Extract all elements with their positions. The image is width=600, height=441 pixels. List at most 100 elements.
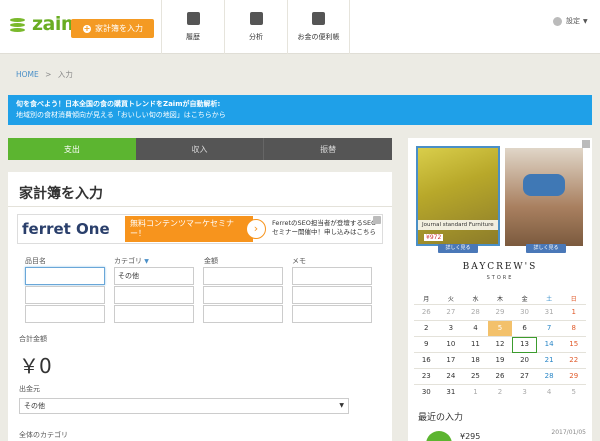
weekday: 月 — [423, 296, 430, 303]
ad-choices-icon[interactable] — [373, 216, 381, 224]
recent-amount[interactable]: ¥295 — [460, 432, 480, 441]
ad-item-label: Journal standard Furniture — [418, 220, 498, 230]
calendar-day[interactable]: 27 — [512, 369, 537, 385]
calendar-day[interactable]: 8 — [561, 321, 586, 337]
calendar-day[interactable]: 11 — [463, 337, 488, 353]
ad-detail-button[interactable]: 詳しく見る — [438, 244, 478, 253]
amount-field[interactable] — [203, 305, 283, 323]
category-select[interactable] — [114, 286, 194, 304]
ad-brand: ferret One — [22, 220, 110, 238]
nav-history[interactable]: 履歴 — [161, 0, 224, 54]
calendar-day[interactable]: 29 — [487, 305, 513, 321]
zaim-logo[interactable]: zaim — [8, 12, 81, 36]
item-name-field[interactable] — [25, 305, 105, 323]
entry-form: 家計簿を入力 ferret One 無料コンテンツマーケセミナー！ › Ferr… — [8, 172, 392, 441]
category-select[interactable] — [114, 305, 194, 323]
calendar-day[interactable]: 19 — [487, 353, 513, 369]
calendar-day[interactable]: 2 — [414, 321, 439, 337]
calendar-day[interactable]: 26 — [414, 305, 439, 321]
caret-down-icon: ▼ — [339, 402, 344, 409]
calendar-day[interactable]: 27 — [438, 305, 464, 321]
amount-field[interactable] — [203, 267, 283, 285]
calendar-day[interactable]: 1 — [561, 305, 586, 321]
input-household-button[interactable]: + 家計簿を入力 — [71, 19, 154, 38]
settings-menu[interactable]: 設定 ▼ — [553, 16, 588, 26]
calendar-day[interactable]: 2 — [487, 385, 513, 401]
calendar-day[interactable]: 18 — [463, 353, 488, 369]
ad-product-photo[interactable]: Journal standard Furniture ¥972 — [416, 146, 500, 246]
source-select[interactable]: その他 ▼ — [19, 398, 349, 414]
ad-banner[interactable]: ferret One 無料コンテンツマーケセミナー！ › FerretのSEO担… — [17, 214, 383, 244]
calendar-day[interactable]: 4 — [536, 385, 562, 401]
ad-product-photo[interactable] — [505, 148, 583, 246]
item-name-field[interactable] — [25, 286, 105, 304]
side-ad[interactable]: Journal standard Furniture ¥972 詳しく見る 詳し… — [408, 138, 592, 288]
tab-expense[interactable]: 支出 — [8, 138, 136, 160]
weekday: 日 — [570, 296, 577, 303]
calendar-day[interactable]: 22 — [561, 353, 586, 369]
overall-category-label: 全体のカテゴリ — [19, 431, 68, 439]
info-banner[interactable]: 旬を食べよう！日本全国の食の購買トレンドをZaimが自動解析: 地域別の食材消費… — [8, 95, 592, 125]
ad-choices-icon[interactable] — [582, 140, 590, 148]
calendar-day[interactable]: 26 — [487, 369, 513, 385]
nav-analysis[interactable]: 分析 — [224, 0, 287, 54]
total-value: ￥0 — [19, 354, 52, 378]
calendar-day[interactable]: 31 — [438, 385, 464, 401]
calendar-day[interactable]: 7 — [536, 321, 562, 337]
nav-money-guide[interactable]: お金の便利帳 — [287, 0, 350, 54]
calendar-day[interactable]: 28 — [536, 369, 562, 385]
recent-entries: 最近の入力 ¥295 2017/01/05 — [408, 400, 592, 441]
page-title: 家計簿を入力 — [19, 186, 103, 202]
plus-icon: + — [83, 23, 91, 33]
calendar-day[interactable]: 24 — [438, 369, 464, 385]
calendar-day[interactable]: 6 — [512, 321, 537, 337]
col-category: カテゴリ ▼ — [114, 256, 149, 266]
calendar-day[interactable]: 14 — [536, 337, 562, 353]
calendar-day[interactable]: 28 — [463, 305, 488, 321]
calendar-day[interactable]: 10 — [438, 337, 464, 353]
calendar-day[interactable]: 21 — [536, 353, 562, 369]
calendar-day[interactable]: 23 — [414, 369, 439, 385]
calendar-day[interactable]: 12 — [487, 337, 513, 353]
category-select[interactable]: その他 — [114, 267, 194, 285]
calendar-day[interactable]: 4 — [463, 321, 488, 337]
entry-type-tabs: 支出 収入 振替 — [8, 138, 393, 160]
calendar-day[interactable]: 17 — [438, 353, 464, 369]
tab-transfer[interactable]: 振替 — [263, 138, 393, 160]
breadcrumb-current: 入力 — [57, 70, 73, 79]
calendar-day[interactable]: 13 — [512, 337, 537, 353]
ad-brand-name: BAYCREW'S — [462, 262, 538, 272]
calendar-day[interactable]: 3 — [438, 321, 464, 337]
calendar-day[interactable]: 9 — [414, 337, 439, 353]
item-name-field[interactable] — [25, 267, 105, 285]
category-icon — [426, 431, 452, 441]
calendar-day[interactable]: 20 — [512, 353, 537, 369]
input-button-label: 家計簿を入力 — [95, 24, 143, 33]
calendar-day[interactable]: 16 — [414, 353, 439, 369]
weekday: 土 — [546, 296, 553, 303]
col-amount: 金額 — [204, 257, 218, 265]
calendar-day[interactable]: 30 — [414, 385, 439, 401]
memo-field[interactable] — [292, 286, 372, 304]
memo-field[interactable] — [292, 267, 372, 285]
ad-detail-button[interactable]: 詳しく見る — [526, 244, 566, 253]
ad-headline: 無料コンテンツマーケセミナー！ — [125, 216, 253, 242]
calendar-day[interactable]: 3 — [512, 385, 537, 401]
memo-field[interactable] — [292, 305, 372, 323]
calendar-day[interactable]: 5 — [487, 321, 513, 337]
amount-field[interactable] — [203, 286, 283, 304]
calendar: 月 火 水 木 金 土 日 26 27 28 29 30 31 1 2 3 4 5 6 7 8 9 10 11 1… — [408, 288, 592, 401]
avatar — [553, 16, 562, 26]
calendar-day[interactable]: 29 — [561, 369, 586, 385]
calendar-day[interactable]: 25 — [463, 369, 488, 385]
calendar-day[interactable]: 31 — [536, 305, 562, 321]
calendar-day[interactable]: 5 — [561, 385, 586, 401]
col-memo: メモ — [292, 257, 306, 265]
tab-income[interactable]: 収入 — [135, 138, 264, 160]
calendar-day[interactable]: 15 — [561, 337, 586, 353]
weekday: 水 — [472, 296, 479, 303]
calendar-day[interactable]: 30 — [512, 305, 537, 321]
recent-title: 最近の入力 — [418, 413, 464, 423]
calendar-day[interactable]: 1 — [463, 385, 488, 401]
breadcrumb-home[interactable]: HOME — [16, 70, 39, 79]
